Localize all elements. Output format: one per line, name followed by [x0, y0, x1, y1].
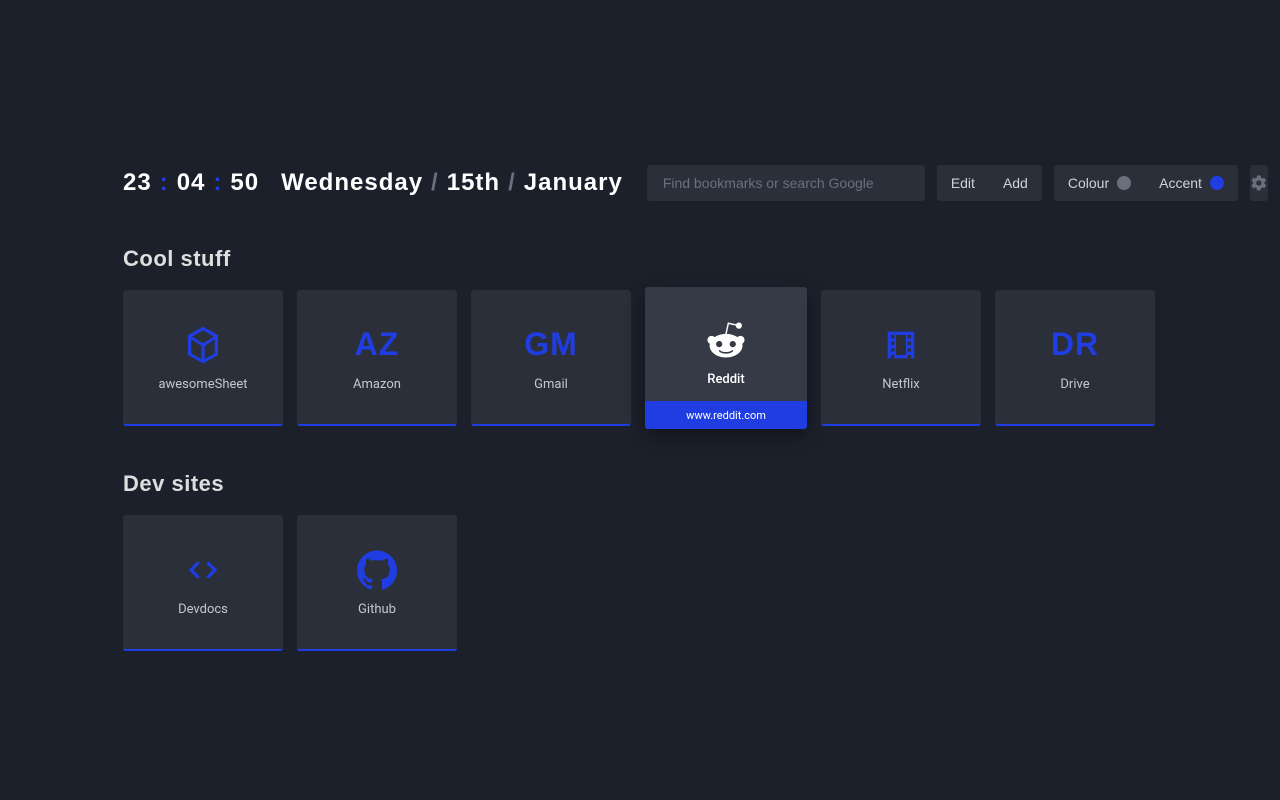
film-icon [881, 323, 921, 367]
gear-icon [1250, 174, 1268, 192]
section-title: Cool stuff [123, 246, 1157, 272]
colour-label: Colour [1068, 175, 1109, 191]
bookmark-tile[interactable]: GM Gmail [471, 290, 631, 426]
bookmark-label: Github [358, 602, 396, 617]
github-icon [357, 548, 397, 592]
clock-date-num: 15th [447, 169, 500, 197]
header-row: 23 : 04 : 50 Wednesday / 15th / January … [123, 165, 1157, 201]
colour-button[interactable]: Colour [1054, 165, 1145, 201]
bookmark-label: Reddit [707, 372, 744, 387]
clock-sep: : [213, 169, 222, 197]
bookmark-label: Drive [1060, 377, 1089, 392]
search-bar[interactable] [647, 165, 925, 201]
section-title: Dev sites [123, 471, 1157, 497]
search-input[interactable] [663, 175, 909, 191]
accent-button[interactable]: Accent [1145, 165, 1238, 201]
bookmark-tile[interactable]: Reddit www.reddit.com [645, 287, 807, 429]
bookmark-grid: awesomeSheet AZ Amazon GM Gmail Reddit www.red… [123, 290, 1157, 429]
bookmark-tile[interactable]: awesomeSheet [123, 290, 283, 426]
clock-date: 23 : 04 : 50 Wednesday / 15th / January [123, 169, 623, 197]
clock-sep: : [160, 169, 169, 197]
bookmark-url: www.reddit.com [645, 401, 807, 429]
text-icon: AZ [355, 323, 400, 367]
bookmark-label: Amazon [353, 377, 401, 392]
colour-swatch-icon [1117, 176, 1131, 190]
edit-add-group: Edit Add [937, 165, 1042, 201]
edit-button[interactable]: Edit [937, 165, 989, 201]
bookmark-label: Devdocs [178, 602, 228, 617]
bookmark-label: awesomeSheet [158, 377, 247, 392]
clock-hours: 23 [123, 169, 152, 197]
clock-minutes: 04 [177, 169, 206, 197]
code-icon [183, 548, 223, 592]
d20-icon [183, 323, 223, 367]
bookmark-tile[interactable]: Github [297, 515, 457, 651]
bookmark-grid: Devdocs Github [123, 515, 1157, 651]
clock-month: January [524, 169, 623, 197]
colour-accent-group: Colour Accent [1054, 165, 1238, 201]
bookmark-tile[interactable]: AZ Amazon [297, 290, 457, 426]
bookmark-tile[interactable]: Devdocs [123, 515, 283, 651]
bookmark-label: Gmail [534, 377, 568, 392]
clock-day: Wednesday [281, 169, 423, 197]
text-icon: GM [524, 323, 578, 367]
accent-swatch-icon [1210, 176, 1224, 190]
bookmark-tile[interactable]: DR Drive [995, 290, 1155, 426]
date-slash: / [508, 169, 516, 197]
bookmark-tile[interactable]: Netflix [821, 290, 981, 426]
date-slash: / [431, 169, 439, 197]
reddit-icon [706, 318, 746, 362]
text-icon: DR [1051, 323, 1099, 367]
add-button[interactable]: Add [989, 165, 1042, 201]
clock-seconds: 50 [230, 169, 259, 197]
settings-button[interactable] [1250, 165, 1268, 201]
bookmark-label: Netflix [882, 377, 919, 392]
accent-label: Accent [1159, 175, 1202, 191]
